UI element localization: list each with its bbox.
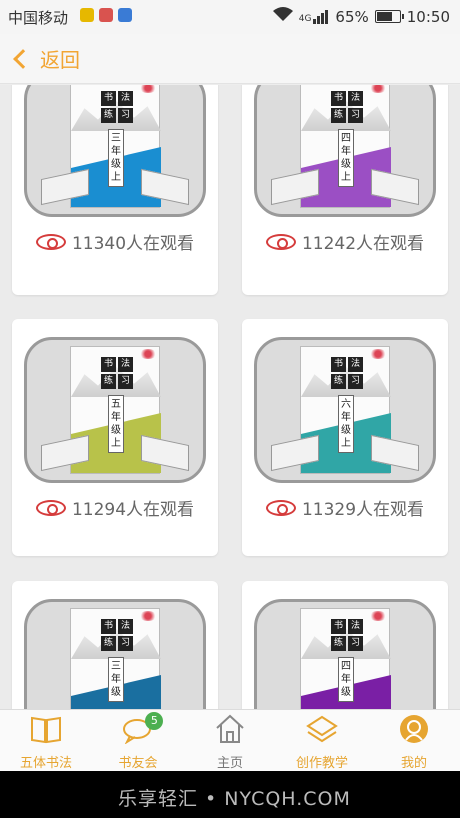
view-count-text: 11340人在观看 bbox=[71, 234, 195, 254]
home-icon bbox=[214, 714, 246, 744]
view-count: 11329人在观看 bbox=[242, 495, 448, 520]
book-cover-frame: 书法练习 五年级上 bbox=[24, 337, 206, 483]
eye-icon bbox=[265, 499, 296, 516]
status-bar: 中国移动 4G 65% 10:50 bbox=[0, 0, 460, 34]
chevron-left-icon bbox=[13, 48, 33, 69]
tab-label: 五体书法 bbox=[19, 756, 72, 771]
tab-home[interactable]: 主页 bbox=[184, 710, 276, 771]
book-cover-frame: 书法练习 六年级上 bbox=[254, 337, 436, 483]
book-card[interactable]: 书法练习 三年级 bbox=[12, 581, 218, 709]
book-card[interactable]: 书法练习 四年级 bbox=[242, 581, 448, 709]
grade-label: 四年级上 bbox=[338, 129, 354, 187]
profile-icon bbox=[398, 714, 430, 744]
battery-percent: 65% bbox=[335, 7, 369, 26]
bottom-tab-bar: 五体书法 5 书友会 主页 创作教学 我的 bbox=[0, 709, 460, 771]
layers-icon bbox=[306, 714, 338, 744]
back-label: 返回 bbox=[40, 48, 80, 72]
eye-icon bbox=[35, 233, 66, 250]
tab-label: 创作教学 bbox=[295, 756, 348, 771]
battery-icon bbox=[374, 10, 404, 23]
network-type: 4G bbox=[298, 13, 312, 24]
book-grid[interactable]: 书法练习 三年级上 11340人在观看 书法练习 四年级上 11242人在观看 bbox=[0, 85, 460, 709]
view-count: 11294人在观看 bbox=[12, 495, 218, 520]
book-cover-frame: 书法练习 四年级 bbox=[254, 599, 436, 709]
tab-calligraphy[interactable]: 五体书法 bbox=[0, 710, 92, 771]
grade-label: 五年级上 bbox=[108, 395, 124, 453]
tab-creative-teaching[interactable]: 创作教学 bbox=[276, 710, 368, 771]
notification-icons bbox=[80, 8, 132, 22]
book-card[interactable]: 书法练习 三年级上 11340人在观看 bbox=[12, 85, 218, 295]
view-count: 11242人在观看 bbox=[242, 229, 448, 254]
grade-label: 四年级 bbox=[338, 657, 354, 702]
book-cover-image: 书法练习 三年级 bbox=[70, 608, 161, 709]
tab-profile[interactable]: 我的 bbox=[368, 710, 460, 771]
eye-icon bbox=[35, 499, 66, 516]
signal-icon: 4G bbox=[298, 9, 330, 24]
tab-label: 书友会 bbox=[118, 756, 158, 771]
tab-label: 我的 bbox=[400, 756, 427, 771]
app-header: 返回 bbox=[0, 34, 460, 84]
back-button[interactable]: 返回 bbox=[10, 44, 80, 73]
grade-label: 三年级 bbox=[108, 657, 124, 702]
mail-notification-icon bbox=[99, 8, 113, 22]
unread-badge: 5 bbox=[145, 712, 164, 730]
tab-book-club[interactable]: 5 书友会 bbox=[92, 710, 184, 771]
book-cover-frame: 书法练习 三年级上 bbox=[24, 85, 206, 217]
book-cover-frame: 书法练习 三年级 bbox=[24, 599, 206, 709]
book-cover-frame: 书法练习 四年级上 bbox=[254, 85, 436, 217]
wifi-icon bbox=[272, 7, 293, 26]
book-card[interactable]: 书法练习 五年级上 11294人在观看 bbox=[12, 319, 218, 556]
view-count-text: 11242人在观看 bbox=[301, 234, 425, 254]
eye-icon bbox=[265, 233, 296, 250]
gallery-notification-icon bbox=[118, 8, 132, 22]
view-count: 11340人在观看 bbox=[12, 229, 218, 254]
book-icon bbox=[30, 714, 62, 744]
clock: 10:50 bbox=[406, 7, 450, 26]
tab-label: 主页 bbox=[216, 756, 243, 771]
book-cover-image: 书法练习 四年级 bbox=[300, 608, 391, 709]
app-notification-icon bbox=[80, 8, 94, 22]
carrier-name: 中国移动 bbox=[8, 9, 69, 27]
grade-label: 六年级上 bbox=[338, 395, 354, 453]
book-card[interactable]: 书法练习 四年级上 11242人在观看 bbox=[242, 85, 448, 295]
view-count-text: 11294人在观看 bbox=[71, 500, 195, 520]
book-card[interactable]: 书法练习 六年级上 11329人在观看 bbox=[242, 319, 448, 556]
view-count-text: 11329人在观看 bbox=[301, 500, 425, 520]
watermark-text: 乐享轻汇 • NYCQH.COM bbox=[118, 788, 351, 810]
grade-label: 三年级上 bbox=[108, 129, 124, 187]
system-navigation-bar: 乐享轻汇 • NYCQH.COM bbox=[0, 771, 460, 818]
